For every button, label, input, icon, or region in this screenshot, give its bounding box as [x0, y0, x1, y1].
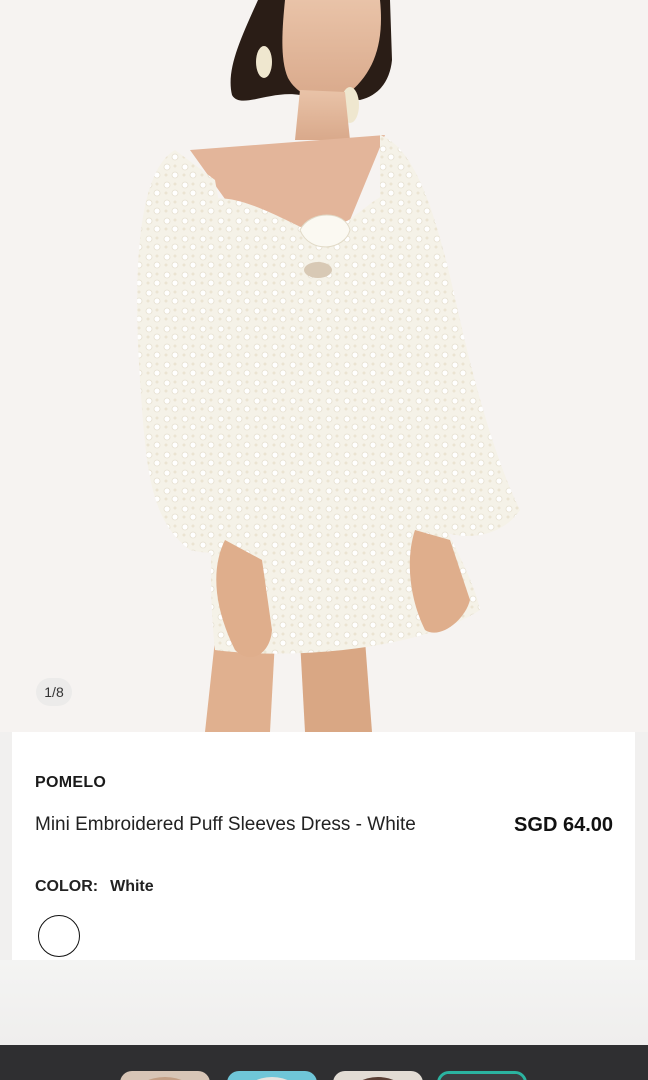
- color-value: White: [110, 878, 154, 895]
- color-swatch-white[interactable]: [38, 915, 80, 957]
- color-row: COLOR: White: [35, 878, 154, 896]
- model-photo: [137, 0, 520, 732]
- thumbnail-image: [227, 1071, 317, 1080]
- thumbnail-1[interactable]: [120, 1071, 210, 1080]
- image-pager: 1/8: [36, 678, 72, 706]
- thumbnail-image: [333, 1071, 423, 1080]
- spacer: [0, 960, 648, 1045]
- product-name: Mini Embroidered Puff Sleeves Dress - Wh…: [35, 814, 416, 835]
- color-label: COLOR:: [35, 878, 99, 895]
- product-price: SGD 64.00: [514, 814, 613, 836]
- thumbnail-image: [440, 1074, 524, 1080]
- product-image[interactable]: 1/8: [0, 0, 648, 732]
- thumbnail-image: [120, 1071, 210, 1080]
- thumbnail-2[interactable]: [227, 1071, 317, 1080]
- brand-name[interactable]: POMELO: [35, 774, 106, 792]
- thumbnail-strip: [0, 1045, 648, 1080]
- product-info-card: POMELO Mini Embroidered Puff Sleeves Dre…: [12, 732, 635, 960]
- thumbnail-4-active[interactable]: [437, 1071, 527, 1080]
- thumbnail-3[interactable]: [333, 1071, 423, 1080]
